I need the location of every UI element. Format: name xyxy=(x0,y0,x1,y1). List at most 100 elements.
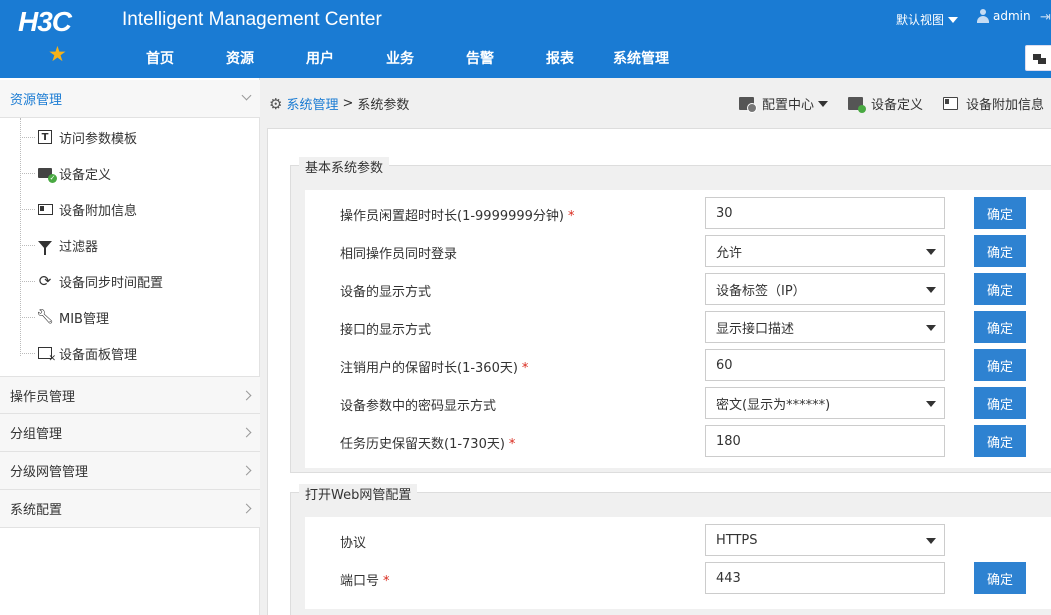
sidebar-item-time-sync[interactable]: ⟳ 设备同步时间配置 xyxy=(20,269,163,293)
setting-label: 注销用户的保留时长(1-360天) * xyxy=(340,361,529,376)
sidebar-item-access-template[interactable]: T 访问参数模板 xyxy=(20,125,137,149)
nav-alarm[interactable]: 告警 xyxy=(466,48,494,68)
confirm-button[interactable]: 确定 xyxy=(974,311,1026,343)
sidebar-item-filter[interactable]: 过滤器 xyxy=(20,233,98,257)
sidebar-section-operator[interactable]: 操作员管理 xyxy=(0,376,260,414)
basic-settings-rows: 操作员闲置超时时长(1-9999999分钟) * 30 确定 相同操作员同时登录 … xyxy=(305,190,1051,468)
confirm-button[interactable]: 确定 xyxy=(974,349,1026,381)
setting-row-protocol: 协议 HTTPS xyxy=(305,521,1051,559)
sidebar-item-label: 访问参数模板 xyxy=(59,131,138,147)
setting-label: 接口的显示方式 xyxy=(340,323,432,338)
sidebar-section-resource[interactable]: 资源管理 xyxy=(0,80,260,118)
device-extra-info-button[interactable]: 设备附加信息 xyxy=(943,94,1044,113)
setting-label: 协议 xyxy=(340,536,367,551)
view-select[interactable]: 默认视图 xyxy=(896,11,959,28)
user-icon xyxy=(976,9,990,23)
protocol-select[interactable]: HTTPS xyxy=(705,524,945,556)
dropdown-arrow-icon xyxy=(926,538,936,544)
interface-display-select[interactable]: 显示接口描述 xyxy=(705,311,945,343)
sidebar-section-hierarchy[interactable]: 分级网管管理 xyxy=(0,452,260,490)
sidebar-item-label: 设备同步时间配置 xyxy=(59,275,164,291)
device-extra-info-label: 设备附加信息 xyxy=(966,98,1045,113)
sidebar-section-label: 系统配置 xyxy=(10,503,63,518)
select-value: 显示接口描述 xyxy=(716,321,795,337)
web-settings-legend: 打开Web网管配置 xyxy=(299,484,418,503)
required-marker: * xyxy=(508,437,516,452)
favorites-star-icon[interactable]: ★ xyxy=(48,44,67,65)
nav-home[interactable]: 首页 xyxy=(146,48,174,68)
basic-settings-group: 基本系统参数 操作员闲置超时时长(1-9999999分钟) * 30 确定 相同操… xyxy=(290,157,1051,473)
setting-row-port: 端口号 * 443 确定 xyxy=(305,559,1051,597)
required-marker: * xyxy=(383,574,390,589)
sidebar-item-label: 设备定义 xyxy=(59,167,112,183)
nav-report[interactable]: 报表 xyxy=(546,48,574,68)
idle-timeout-input[interactable]: 30 xyxy=(705,197,945,229)
sidebar-item-label: 过滤器 xyxy=(59,239,99,255)
user-retention-input[interactable]: 60 xyxy=(705,349,945,381)
settings-panel: 基本系统参数 操作员闲置超时时长(1-9999999分钟) * 30 确定 相同操… xyxy=(267,128,1051,615)
sidebar-item-device-extra-info[interactable]: 设备附加信息 xyxy=(20,197,137,221)
nav-service[interactable]: 业务 xyxy=(386,48,414,68)
template-icon: T xyxy=(37,129,53,145)
wrench-icon: 🔧︎ xyxy=(36,309,54,325)
sidebar-section-label: 分组管理 xyxy=(10,427,63,442)
sidebar-item-mib[interactable]: 🔧︎ MIB管理 xyxy=(20,305,109,329)
setting-row-task-history: 任务历史保留天数(1-730天) * 180 确定 xyxy=(305,422,1051,460)
device-check-icon xyxy=(37,165,57,183)
panel-icon xyxy=(37,345,56,364)
setting-label: 设备参数中的密码显示方式 xyxy=(340,399,497,414)
confirm-button[interactable]: 确定 xyxy=(974,273,1026,305)
setting-label: 操作员闲置超时时长(1-9999999分钟) * xyxy=(340,209,575,224)
setting-label: 设备的显示方式 xyxy=(340,285,432,300)
port-input[interactable]: 443 xyxy=(705,562,945,594)
breadcrumb-link-system[interactable]: 系统管理 xyxy=(286,94,338,113)
gear-icon: ⚙ xyxy=(269,94,283,113)
tree-connector xyxy=(20,172,35,174)
tree-connector xyxy=(20,136,35,138)
sidebar-section-system-config[interactable]: 系统配置 xyxy=(0,490,260,528)
config-center-button[interactable]: 配置中心 xyxy=(739,94,829,113)
chevron-right-icon xyxy=(241,427,252,438)
confirm-button[interactable]: 确定 xyxy=(974,197,1026,229)
setting-row-user-retention: 注销用户的保留时长(1-360天) * 60 确定 xyxy=(305,346,1051,384)
sidebar-section-label: 操作员管理 xyxy=(10,389,76,405)
breadcrumb-separator: > xyxy=(342,96,354,111)
nav-user[interactable]: 用户 xyxy=(306,48,334,68)
toolbar: 配置中心 设备定义 设备附加信息 xyxy=(739,94,1044,113)
dropdown-arrow-icon xyxy=(926,249,936,255)
basic-settings-legend: 基本系统参数 xyxy=(299,157,390,176)
main-content: ⚙ 系统管理 > 系统参数 配置中心 设备定义 设备附加信息 基本系统参数 操作… xyxy=(261,78,1051,615)
id-card-icon xyxy=(37,201,53,217)
tree-connector xyxy=(20,208,35,210)
user-menu[interactable]: admin xyxy=(976,9,1031,23)
confirm-button[interactable]: 确定 xyxy=(974,562,1026,594)
setting-row-password-display: 设备参数中的密码显示方式 密文(显示为******) 确定 xyxy=(305,384,1051,422)
confirm-button[interactable]: 确定 xyxy=(974,235,1026,267)
select-value: HTTPS xyxy=(716,532,758,548)
password-display-select[interactable]: 密文(显示为******) xyxy=(705,387,945,419)
concurrent-login-select[interactable]: 允许 xyxy=(705,235,945,267)
logout-icon[interactable]: ⇥ xyxy=(1040,10,1051,25)
config-icon xyxy=(739,97,757,113)
dropdown-arrow-icon xyxy=(926,325,936,331)
sidebar-item-device-panel[interactable]: 设备面板管理 xyxy=(20,341,137,365)
web-settings-rows: 协议 HTTPS 端口号 * 443 确定 xyxy=(305,517,1051,609)
chevron-right-icon xyxy=(241,465,252,476)
confirm-button[interactable]: 确定 xyxy=(974,425,1026,457)
device-display-select[interactable]: 设备标签（IP） xyxy=(705,273,945,305)
layout-switch-button[interactable] xyxy=(1025,45,1051,71)
confirm-button[interactable]: 确定 xyxy=(974,387,1026,419)
sidebar-item-device-definition[interactable]: 设备定义 xyxy=(20,161,111,185)
username: admin xyxy=(993,9,1031,23)
setting-label: 任务历史保留天数(1-730天) * xyxy=(340,437,516,452)
setting-label: 相同操作员同时登录 xyxy=(340,247,458,262)
nav-system[interactable]: 系统管理 xyxy=(613,48,669,68)
sidebar-section-group[interactable]: 分组管理 xyxy=(0,414,260,452)
chevron-down-icon xyxy=(241,90,252,101)
dropdown-arrow-icon xyxy=(926,401,936,407)
nav-resource[interactable]: 资源 xyxy=(226,48,254,68)
task-history-input[interactable]: 180 xyxy=(705,425,945,457)
app-title: Intelligent Management Center xyxy=(122,9,382,30)
id-card-icon xyxy=(943,97,959,110)
device-definition-button[interactable]: 设备定义 xyxy=(848,94,923,113)
